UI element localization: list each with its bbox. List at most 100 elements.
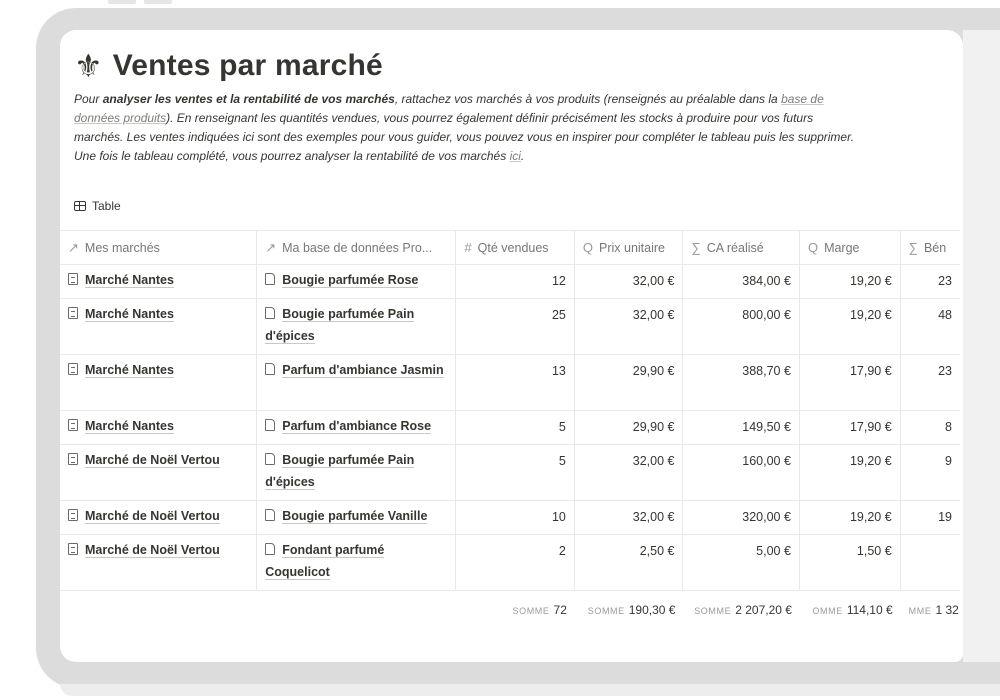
desc-text-4: . [520,149,525,163]
unit-price-cell[interactable]: 29,90 € [575,355,684,410]
market-cell[interactable]: Marché Nantes [60,411,258,444]
table-view-tab[interactable]: Table [74,196,954,216]
qty-cell[interactable]: 10 [456,501,575,534]
margin-cell[interactable]: 19,20 € [800,299,901,354]
unit-price-cell[interactable]: 32,00 € [575,501,684,534]
product-cell[interactable]: Bougie parfumée Pain d'épices [257,445,457,500]
lookup-icon: Q [807,240,819,255]
margin-cell[interactable]: 19,20 € [800,445,901,500]
qty-total[interactable]: SOMME 72 [456,593,574,624]
profit-total[interactable]: MME 1 32 [901,593,960,624]
revenue-cell[interactable]: 149,50 € [683,411,800,444]
product-link[interactable]: Parfum d'ambiance Rose [282,419,432,434]
total-value: 114,10 € [846,602,893,617]
unit-price-cell[interactable]: 2,50 € [575,535,684,590]
revenue-cell[interactable]: 800,00 € [683,299,800,354]
document-icon [265,543,276,555]
product-cell[interactable]: Bougie parfumée Rose [257,265,457,298]
market-link[interactable]: Marché Nantes [85,363,174,378]
analysis-link[interactable]: ici [510,149,521,163]
column-label: Prix unitaire [599,240,665,255]
fleur-de-lis-icon[interactable]: ⚜ [74,50,103,82]
column-header-products[interactable]: ↗ Ma base de données Pro... [257,231,457,264]
table-row[interactable]: Marché de Noël Vertou Bougie parfumée Va… [60,501,960,535]
document-icon [265,453,276,465]
qty-cell[interactable]: 12 [456,265,575,298]
unit-price-cell[interactable]: 32,00 € [575,445,684,500]
table-row[interactable]: Marché Nantes Bougie parfumée Pain d'épi… [60,299,960,355]
market-link[interactable]: Marché de Noël Vertou [85,509,220,524]
total-value: 2 207,20 € [735,602,792,617]
product-cell[interactable]: Parfum d'ambiance Rose [257,411,457,444]
unit-price-cell[interactable]: 32,00 € [575,299,684,354]
product-cell[interactable]: Bougie parfumée Vanille [257,501,457,534]
product-link[interactable]: Bougie parfumée Pain d'épices [265,307,415,344]
profit-cell[interactable]: 48 [901,299,960,354]
profit-cell[interactable]: 23 [901,355,960,410]
profit-cell[interactable]: 23 [901,265,960,298]
margin-cell[interactable]: 19,20 € [800,265,901,298]
profit-cell[interactable]: 19 [901,501,960,534]
revenue-cell[interactable]: 388,70 € [683,355,800,410]
totals-spacer [257,600,456,617]
margin-cell[interactable]: 17,90 € [800,411,901,444]
profit-cell[interactable]: 8 [901,411,960,444]
market-link[interactable]: Marché Nantes [85,273,174,288]
product-link[interactable]: Bougie parfumée Vanille [282,509,428,524]
profit-cell[interactable]: 9 [901,445,960,500]
product-link[interactable]: Parfum d'ambiance Jasmin [282,363,444,378]
margin-cell[interactable]: 19,20 € [800,501,901,534]
page-title-row: ⚜ Ventes par marché [74,46,954,86]
market-cell[interactable]: Marché Nantes [60,265,258,298]
desc-text-3: ). En renseignant les quantités vendues,… [74,111,854,163]
market-link[interactable]: Marché Nantes [85,419,174,434]
formula-icon: ∑ [908,240,918,255]
document-icon [265,273,276,285]
product-cell[interactable]: Fondant parfumé Coquelicot [257,535,457,590]
product-cell[interactable]: Parfum d'ambiance Jasmin [257,355,457,410]
qty-cell[interactable]: 2 [456,535,575,590]
market-link[interactable]: Marché Nantes [85,307,174,322]
column-header-margin[interactable]: Q Marge [800,231,901,264]
product-cell[interactable]: Bougie parfumée Pain d'épices [257,299,457,354]
market-cell[interactable]: Marché Nantes [60,355,258,410]
page-icon [68,543,78,555]
page-title[interactable]: Ventes par marché [113,49,383,83]
profit-cell[interactable] [901,535,960,590]
column-header-qty[interactable]: # Qté vendues [456,231,575,264]
qty-cell[interactable]: 5 [456,445,575,500]
market-cell[interactable]: Marché de Noël Vertou [60,501,258,534]
table-row[interactable]: Marché de Noël Vertou Fondant parfumé Co… [60,535,960,591]
table-row[interactable]: Marché Nantes Bougie parfumée Rose 12 32… [60,265,960,299]
page-content: ⚜ Ventes par marché Pour analyser les ve… [74,46,954,216]
market-cell[interactable]: Marché de Noël Vertou [60,445,258,500]
margin-total[interactable]: OMME 114,10 € [800,593,901,624]
qty-cell[interactable]: 5 [456,411,575,444]
product-link[interactable]: Bougie parfumée Pain d'épices [265,453,415,490]
revenue-cell[interactable]: 5,00 € [683,535,800,590]
margin-cell[interactable]: 1,50 € [800,535,901,590]
revenue-total[interactable]: SOMME 2 207,20 € [683,593,799,624]
qty-cell[interactable]: 25 [456,299,575,354]
product-link[interactable]: Bougie parfumée Rose [282,273,419,288]
table-row[interactable]: Marché de Noël Vertou Bougie parfumée Pa… [60,445,960,501]
market-cell[interactable]: Marché Nantes [60,299,258,354]
qty-cell[interactable]: 13 [456,355,575,410]
table-row[interactable]: Marché Nantes Parfum d'ambiance Jasmin 1… [60,355,960,411]
market-link[interactable]: Marché de Noël Vertou [85,453,220,468]
market-link[interactable]: Marché de Noël Vertou [85,543,220,558]
column-header-markets[interactable]: ↗ Mes marchés [60,231,258,264]
unit-price-cell[interactable]: 29,90 € [575,411,684,444]
product-link[interactable]: Fondant parfumé Coquelicot [265,543,385,580]
table-row[interactable]: Marché Nantes Parfum d'ambiance Rose 5 2… [60,411,960,445]
column-header-unit-price[interactable]: Q Prix unitaire [575,231,684,264]
column-header-profit[interactable]: ∑ Bén [901,231,960,264]
revenue-cell[interactable]: 160,00 € [683,445,800,500]
revenue-cell[interactable]: 384,00 € [683,265,800,298]
unit-price-cell[interactable]: 32,00 € [575,265,684,298]
revenue-cell[interactable]: 320,00 € [683,501,800,534]
margin-cell[interactable]: 17,90 € [800,355,901,410]
unit-price-total[interactable]: SOMME 190,30 € [575,593,684,624]
market-cell[interactable]: Marché de Noël Vertou [60,535,258,590]
column-header-revenue[interactable]: ∑ CA réalisé [683,231,800,264]
